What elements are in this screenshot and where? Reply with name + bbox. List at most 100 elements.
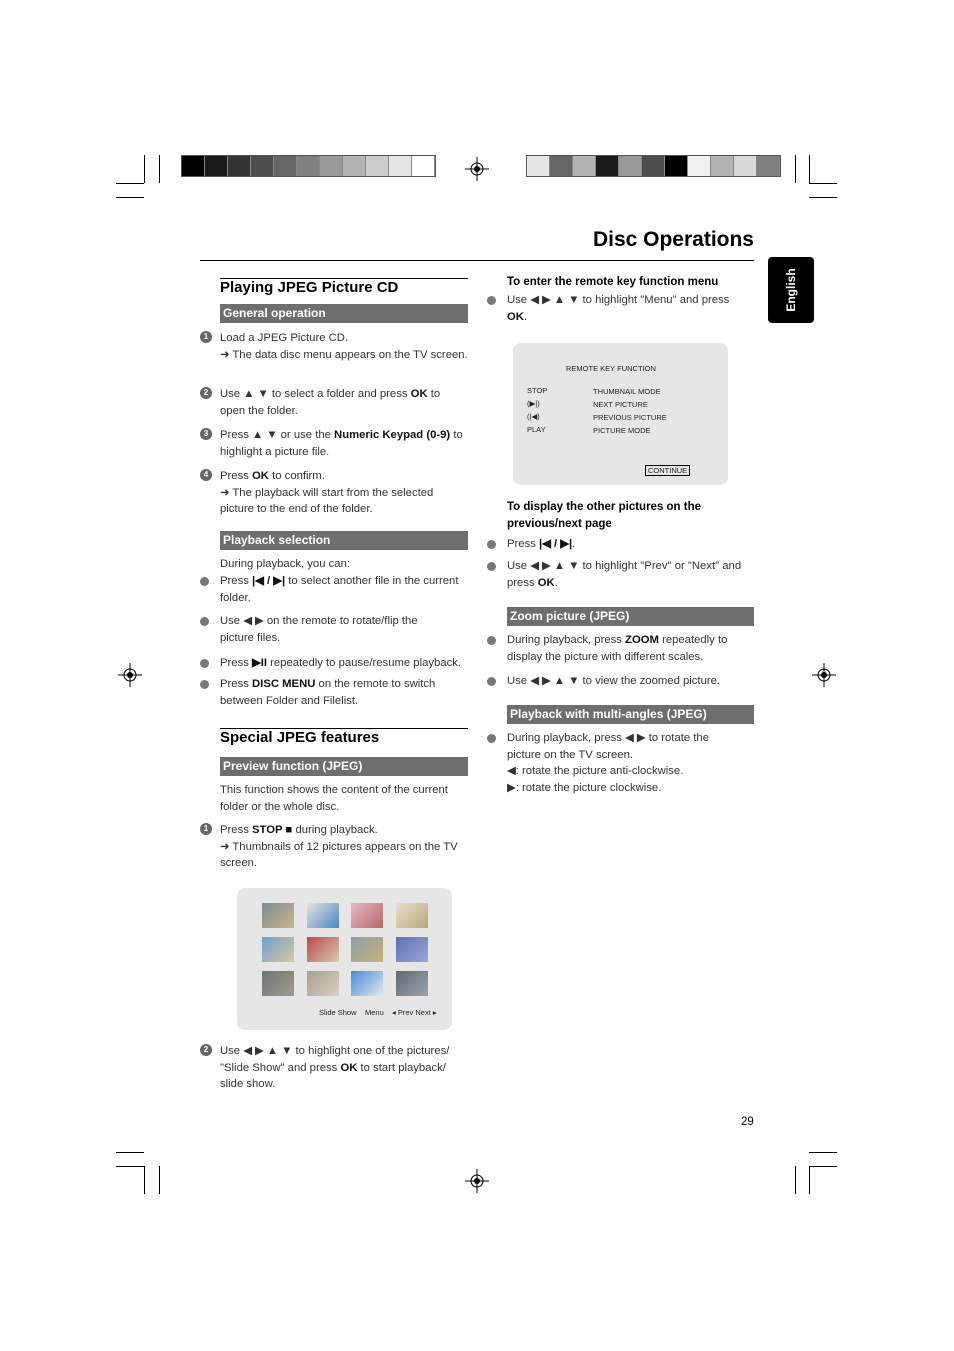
crop-mark — [809, 155, 810, 183]
text-segment: Press ▲ ▼ or use the — [220, 429, 335, 441]
crop-mark — [116, 197, 144, 198]
thumbnail-screen: Slide Show Menu ◂ Prev Next ▸ — [237, 888, 452, 1030]
subsection-bar-multi-angles: Playback with multi-angles (JPEG) — [507, 705, 754, 724]
step-1: Load a JPEG Picture CD. ➜ The data disc m… — [220, 330, 468, 363]
color-swatch — [320, 156, 343, 176]
text-segment: Press — [220, 575, 253, 587]
thumbnail-image[interactable] — [351, 937, 383, 962]
color-swatch — [389, 156, 412, 176]
color-swatch — [734, 156, 757, 176]
registration-mark-icon — [118, 663, 142, 687]
thumbnail-image[interactable] — [395, 971, 428, 996]
thumbnail-image[interactable] — [262, 971, 294, 996]
thumbnail-image[interactable] — [351, 971, 383, 996]
crop-mark — [809, 1166, 837, 1167]
remote-key-function-screen: REMOTE KEY FUNCTION STOP THUMBNAIL MODE … — [513, 343, 728, 485]
text-segment: repeatedly to pause/resume playback. — [266, 657, 462, 669]
step-note: ➜ The data disc menu appears on the TV s… — [220, 348, 468, 361]
slide-show-button[interactable]: Slide Show — [319, 1008, 357, 1017]
thumbnail-image[interactable] — [306, 903, 339, 928]
step-number: 4 — [200, 469, 212, 481]
text-segment: . — [572, 538, 576, 550]
crop-mark — [809, 1152, 837, 1153]
bullet-icon — [487, 540, 496, 549]
color-swatch — [642, 156, 665, 176]
color-swatch — [343, 156, 366, 176]
text-segment: During playback, press ◀ ▶ to rotate the… — [507, 732, 709, 761]
step-text: Press OK to confirm. — [220, 468, 465, 485]
step-number: 2 — [200, 387, 212, 399]
step-2: Use ▲ ▼ to select a folder and press OK … — [220, 386, 460, 419]
thumbnail-image[interactable] — [351, 903, 383, 928]
header-rule — [200, 260, 754, 261]
next-key-icon: (▶|) — [527, 399, 540, 408]
remote-key: PLAY — [527, 425, 546, 434]
playback-item: Press DISC MENU on the remote to switch … — [220, 676, 465, 709]
thumbnail-image[interactable] — [395, 937, 428, 962]
registration-mark-icon — [812, 663, 836, 687]
crop-mark — [795, 1166, 796, 1194]
zoom-item: Use ◀ ▶ ▲ ▼ to view the zoomed picture. — [507, 673, 752, 690]
color-swatch — [688, 156, 711, 176]
angles-line: ◀: rotate the picture anti-clockwise. — [507, 765, 684, 778]
section-title-playing-jpeg: Playing JPEG Picture CD — [220, 279, 399, 296]
color-swatch — [619, 156, 642, 176]
crop-mark — [116, 1166, 144, 1167]
color-swatch — [182, 156, 205, 176]
text-segment: . — [554, 576, 558, 589]
section-title-special-jpeg: Special JPEG features — [220, 729, 380, 746]
step-text: Press STOP ■ during playback. — [220, 822, 468, 839]
crop-mark — [159, 155, 160, 183]
crop-mark — [159, 1166, 160, 1194]
color-calibration-bar-left — [181, 155, 436, 177]
bullet-icon — [487, 296, 496, 305]
crop-mark — [144, 155, 145, 183]
bullet-icon — [487, 677, 496, 686]
bullet-icon — [200, 680, 209, 689]
step-note: ➜ Thumbnails of 12 pictures appears on t… — [220, 840, 458, 870]
thumbnail-image[interactable] — [262, 937, 294, 962]
playback-intro: During playback, you can: — [220, 558, 350, 570]
thumbnail-image[interactable] — [306, 937, 339, 962]
menu-button[interactable]: Menu — [365, 1008, 384, 1017]
step-4: Press OK to confirm. ➜ The playback will … — [220, 468, 465, 518]
remote-function: NEXT PICTURE — [593, 400, 648, 409]
text-segment: Use ◀ ▶ ▲ ▼ to highlight "Menu" and pres… — [507, 294, 730, 306]
text-segment: Press — [220, 657, 253, 669]
bold-key-label: DISC MENU — [252, 678, 316, 690]
prev-next-button[interactable]: ◂ Prev Next ▸ — [392, 1008, 437, 1017]
text-segment: Load a JPEG Picture CD. — [220, 332, 349, 344]
bold-key-label: OK — [537, 576, 555, 589]
bold-key-label: OK — [507, 310, 524, 323]
bold-key-label: ZOOM — [625, 634, 659, 646]
subsection-bar-zoom: Zoom picture (JPEG) — [507, 607, 754, 626]
manual-page: Disc Operations English Playing JPEG Pic… — [0, 0, 954, 1351]
color-swatch — [412, 156, 435, 176]
thumbnail-image[interactable] — [262, 903, 294, 928]
angles-item: During playback, press ◀ ▶ to rotate the… — [507, 730, 722, 796]
angles-line: ▶: rotate the picture clockwise. — [507, 781, 662, 794]
thumbnail-image[interactable] — [306, 971, 339, 996]
continue-button[interactable]: CONTINUE — [645, 465, 691, 476]
step-number: 1 — [200, 823, 212, 835]
bold-key-label: ▶II — [252, 657, 267, 669]
color-swatch — [665, 156, 688, 176]
text-segment: . — [523, 310, 528, 323]
preview-step-1: Press STOP ■ during playback. ➜ Thumbnail… — [220, 822, 468, 872]
bullet-icon — [487, 562, 496, 571]
crop-mark — [809, 197, 837, 198]
text-segment: Use ▲ ▼ to select a folder and press — [220, 388, 411, 400]
crop-mark — [809, 1166, 810, 1194]
angles-text: During playback, press ◀ ▶ to rotate the… — [507, 730, 722, 763]
color-swatch — [297, 156, 320, 176]
step-note: ➜ The playback will start from the selec… — [220, 486, 434, 516]
bullet-icon — [487, 734, 496, 743]
other-item: Press |◀ / ▶|. — [507, 536, 575, 553]
bold-key-label: STOP ■ — [252, 824, 293, 836]
thumbnail-image[interactable] — [395, 903, 428, 928]
playback-item: Press ▶II repeatedly to pause/resume pla… — [220, 655, 480, 672]
bullet-icon — [200, 659, 209, 668]
step-number: 1 — [200, 331, 212, 343]
remote-function: PREVIOUS PICTURE — [593, 413, 667, 422]
color-swatch — [228, 156, 251, 176]
